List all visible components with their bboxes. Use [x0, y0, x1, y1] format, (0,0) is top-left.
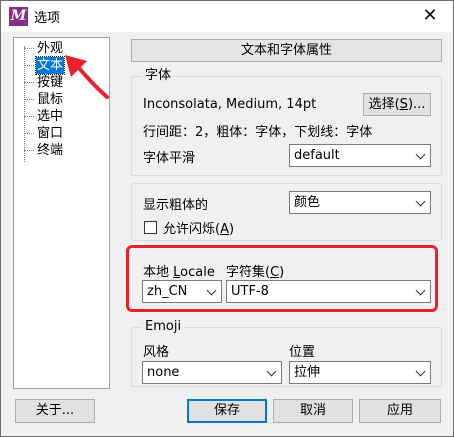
save-button[interactable]: 保存 [187, 399, 267, 423]
title-bar: M 选项 ✕ [1, 1, 453, 32]
font-smoothing-select[interactable]: default [289, 144, 431, 167]
allow-blink-label-key: A [220, 222, 229, 237]
tree-connector [24, 116, 34, 117]
tree-item-text[interactable]: 文本 [34, 56, 66, 75]
show-bold-select[interactable]: 颜色 [289, 191, 431, 214]
font-smoothing-value: default [294, 148, 340, 163]
emoji-style-select[interactable]: none [142, 361, 282, 384]
allow-blink-label[interactable]: 允许闪烁(A) [163, 218, 234, 237]
bold-group: 显示粗体的 颜色 允许闪烁(A) [131, 183, 442, 241]
font-details: 行间距：2，粗体：字体，下划线：字体 [143, 125, 373, 140]
tree-connector [24, 82, 34, 83]
window-title: 选项 [34, 11, 61, 26]
show-bold-label: 显示粗体的 [143, 198, 209, 213]
tree-connector [24, 46, 25, 162]
cancel-button[interactable]: 取消 [273, 399, 353, 423]
tree-item-mouse[interactable]: 鼠标 [36, 91, 64, 108]
font-info: Inconsolata, Medium, 14pt [143, 97, 317, 112]
show-bold-value: 颜色 [294, 195, 321, 210]
tree-item-window[interactable]: 窗口 [36, 125, 64, 142]
chevron-down-icon [415, 366, 426, 377]
tree-item-selection[interactable]: 选中 [36, 108, 64, 125]
font-group-legend: 字体 [142, 68, 175, 84]
emoji-style-value: none [147, 365, 180, 380]
emoji-group: Emoji 风格 位置 none 拉伸 [131, 319, 442, 387]
allow-blink-label-prefix: 允许闪烁( [163, 222, 221, 237]
allow-blink-label-suffix: ) [228, 222, 235, 237]
about-button[interactable]: 关于... [15, 399, 95, 423]
emoji-style-label: 风格 [143, 345, 170, 360]
choose-font-button[interactable]: 选择(S)... [363, 93, 431, 116]
tree-connector [24, 133, 34, 134]
font-smoothing-label: 字体平滑 [143, 151, 196, 166]
options-dialog: M 选项 ✕ 外观 文本 按键 鼠标 选中 窗口 终端 文本和字体属性 字体 I… [0, 0, 454, 437]
annotation-arrow-icon [65, 55, 109, 99]
emoji-position-value: 拉伸 [294, 365, 321, 380]
emoji-group-legend: Emoji [142, 319, 185, 335]
section-header: 文本和字体属性 [131, 39, 442, 62]
tree-connector [24, 150, 34, 151]
app-icon: M [9, 7, 28, 26]
choose-font-button-key: S [399, 97, 408, 112]
tree-connector [24, 48, 34, 49]
choose-font-button-suffix: )... [407, 97, 426, 112]
tree-connector [24, 99, 34, 100]
emoji-position-label: 位置 [289, 345, 316, 360]
allow-blink-checkbox[interactable] [144, 221, 157, 234]
tree-item-keys[interactable]: 按键 [36, 74, 64, 91]
tree-connector [24, 65, 34, 66]
chevron-down-icon [415, 149, 426, 160]
tree-item-appearance[interactable]: 外观 [36, 40, 64, 57]
annotation-highlight-box [126, 245, 438, 312]
chevron-down-icon [415, 196, 426, 207]
choose-font-button-prefix: 选择( [368, 97, 400, 112]
chevron-down-icon [266, 366, 277, 377]
tree-item-terminal[interactable]: 终端 [36, 142, 64, 159]
emoji-position-select[interactable]: 拉伸 [289, 361, 431, 384]
font-group: 字体 Inconsolata, Medium, 14pt 选择(S)... 行间… [131, 68, 442, 176]
close-button[interactable]: ✕ [407, 1, 453, 32]
apply-button[interactable]: 应用 [359, 399, 441, 423]
